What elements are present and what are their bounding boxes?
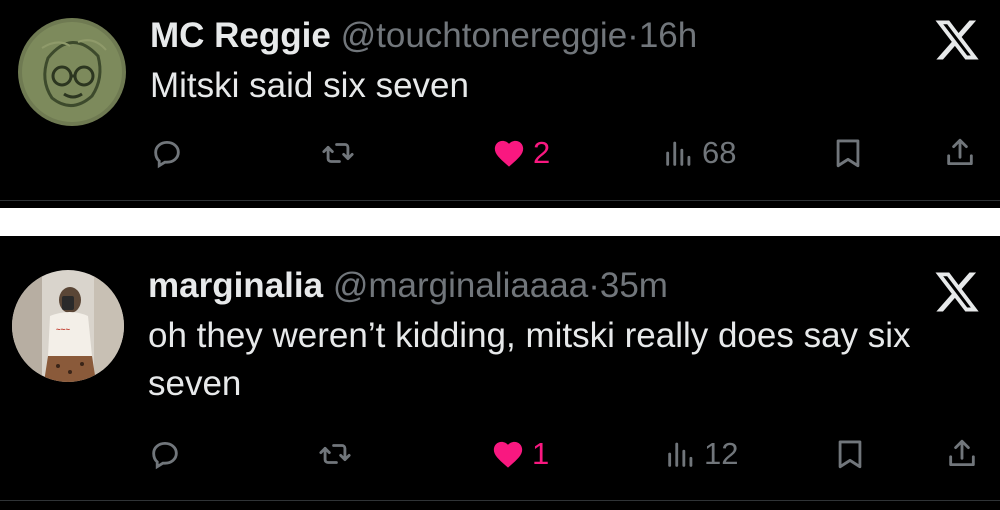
bookmark-button[interactable] <box>833 432 867 476</box>
user-handle[interactable]: @touchtonereggie <box>341 16 628 55</box>
user-handle[interactable]: @marginaliaaaa <box>333 266 588 305</box>
tweet-header: MC Reggie @touchtonereggie·16h <box>150 16 697 56</box>
retweet-icon <box>322 143 354 163</box>
heart-icon <box>493 441 523 468</box>
share-button[interactable] <box>943 131 977 175</box>
reply-button[interactable] <box>150 131 190 175</box>
heart-icon <box>494 140 524 167</box>
reply-button[interactable] <box>148 432 188 476</box>
reply-icon <box>154 140 180 169</box>
views-icon <box>666 141 691 166</box>
tweet-actions: 2 68 <box>0 131 1000 175</box>
separator-dot: · <box>588 266 600 305</box>
avatar[interactable] <box>18 18 126 126</box>
svg-text:~~~: ~~~ <box>56 325 70 334</box>
views-count: 68 <box>702 135 737 170</box>
tweet-text: oh they weren’t kidding, mitski really d… <box>148 316 911 403</box>
share-icon <box>947 138 973 166</box>
like-button[interactable]: 1 <box>490 432 549 476</box>
tweet-card[interactable]: ~~~ marginalia @marginaliaaaa·35m oh the… <box>0 236 1000 510</box>
share-icon <box>949 439 975 467</box>
timestamp[interactable]: 16h <box>639 16 697 55</box>
bookmark-icon <box>836 139 860 168</box>
reply-icon <box>152 441 178 470</box>
like-count: 1 <box>532 436 550 471</box>
views-count: 12 <box>704 436 739 471</box>
separator-dot: · <box>627 16 639 55</box>
tweet-header: marginalia @marginaliaaaa·35m <box>148 266 668 306</box>
display-name[interactable]: MC Reggie <box>150 16 331 55</box>
like-button[interactable]: 2 <box>491 131 550 175</box>
display-name[interactable]: marginalia <box>148 266 323 305</box>
tweet-divider <box>0 500 1000 501</box>
retweet-icon <box>319 444 351 464</box>
timestamp[interactable]: 35m <box>600 266 668 305</box>
like-count: 2 <box>533 135 551 170</box>
avatar-image: ~~~ <box>12 270 124 382</box>
share-button[interactable] <box>945 432 979 476</box>
x-logo-icon <box>933 16 981 64</box>
retweet-button[interactable] <box>319 131 363 175</box>
tweet-divider <box>0 200 1000 201</box>
bookmark-button[interactable] <box>831 131 865 175</box>
retweet-button[interactable] <box>316 432 360 476</box>
tweet-actions: 1 12 <box>0 432 1000 476</box>
bookmark-icon <box>838 440 862 469</box>
views-icon <box>668 442 693 467</box>
x-logo-icon <box>933 268 981 316</box>
tweet-card[interactable]: MC Reggie @touchtonereggie·16h Mitski sa… <box>0 0 1000 208</box>
views-button[interactable]: 68 <box>662 131 736 175</box>
avatar-image <box>18 18 126 126</box>
tweet-text: Mitski said six seven <box>150 66 469 105</box>
views-button[interactable]: 12 <box>664 432 738 476</box>
avatar[interactable]: ~~~ <box>12 270 124 382</box>
